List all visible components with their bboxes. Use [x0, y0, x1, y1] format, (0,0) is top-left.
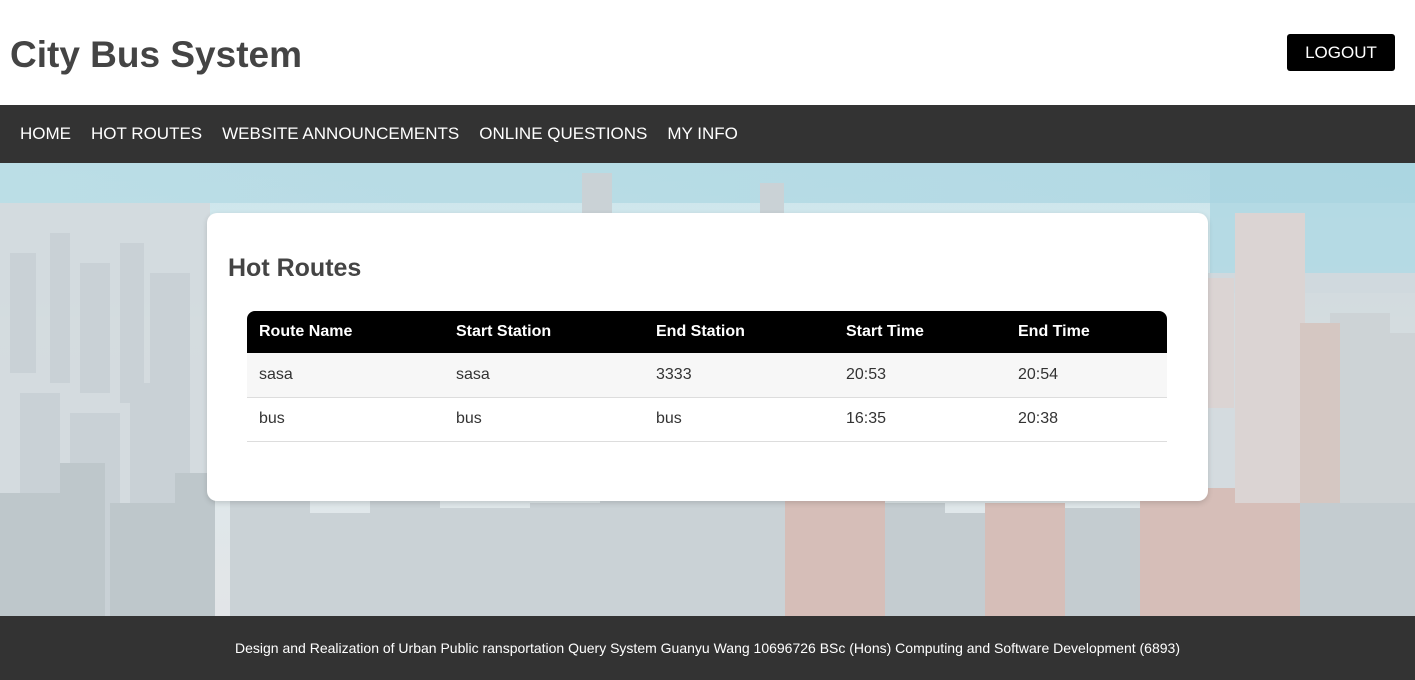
footer-text: Design and Realization of Urban Public r…	[235, 640, 1180, 656]
table-cell: bus	[444, 397, 644, 442]
column-header-end-time: End Time	[1006, 311, 1167, 353]
nav-item-home[interactable]: HOME	[10, 105, 81, 163]
hot-routes-card: Hot Routes Route Name Start Station End …	[207, 213, 1208, 501]
nav-item-hot-routes[interactable]: HOT ROUTES	[81, 105, 212, 163]
table-header-row: Route Name Start Station End Station Sta…	[247, 311, 1167, 353]
table-cell: 20:38	[1006, 397, 1167, 442]
table-cell: 20:53	[834, 353, 1006, 398]
site-footer: Design and Realization of Urban Public r…	[0, 616, 1415, 680]
logout-button[interactable]: LOGOUT	[1287, 34, 1395, 71]
site-title: City Bus System	[10, 34, 302, 75]
routes-table: Route Name Start Station End Station Sta…	[247, 311, 1167, 442]
column-header-route-name: Route Name	[247, 311, 444, 353]
table-row: bus bus bus 16:35 20:38	[247, 397, 1167, 442]
main-nav: HOME HOT ROUTES WEBSITE ANNOUNCEMENTS ON…	[0, 105, 1415, 163]
nav-item-website-announcements[interactable]: WEBSITE ANNOUNCEMENTS	[212, 105, 469, 163]
nav-item-online-questions[interactable]: ONLINE QUESTIONS	[469, 105, 657, 163]
table-cell: 3333	[644, 353, 834, 398]
table-cell: bus	[644, 397, 834, 442]
site-header: City Bus System LOGOUT	[0, 0, 1415, 105]
column-header-end-station: End Station	[644, 311, 834, 353]
table-cell: 16:35	[834, 397, 1006, 442]
nav-item-my-info[interactable]: MY INFO	[657, 105, 748, 163]
column-header-start-station: Start Station	[444, 311, 644, 353]
table-cell: bus	[247, 397, 444, 442]
section-title: Hot Routes	[228, 254, 362, 282]
table-row: sasa sasa 3333 20:53 20:54	[247, 353, 1167, 398]
table-cell: sasa	[444, 353, 644, 398]
column-header-start-time: Start Time	[834, 311, 1006, 353]
table-cell: 20:54	[1006, 353, 1167, 398]
table-cell: sasa	[247, 353, 444, 398]
